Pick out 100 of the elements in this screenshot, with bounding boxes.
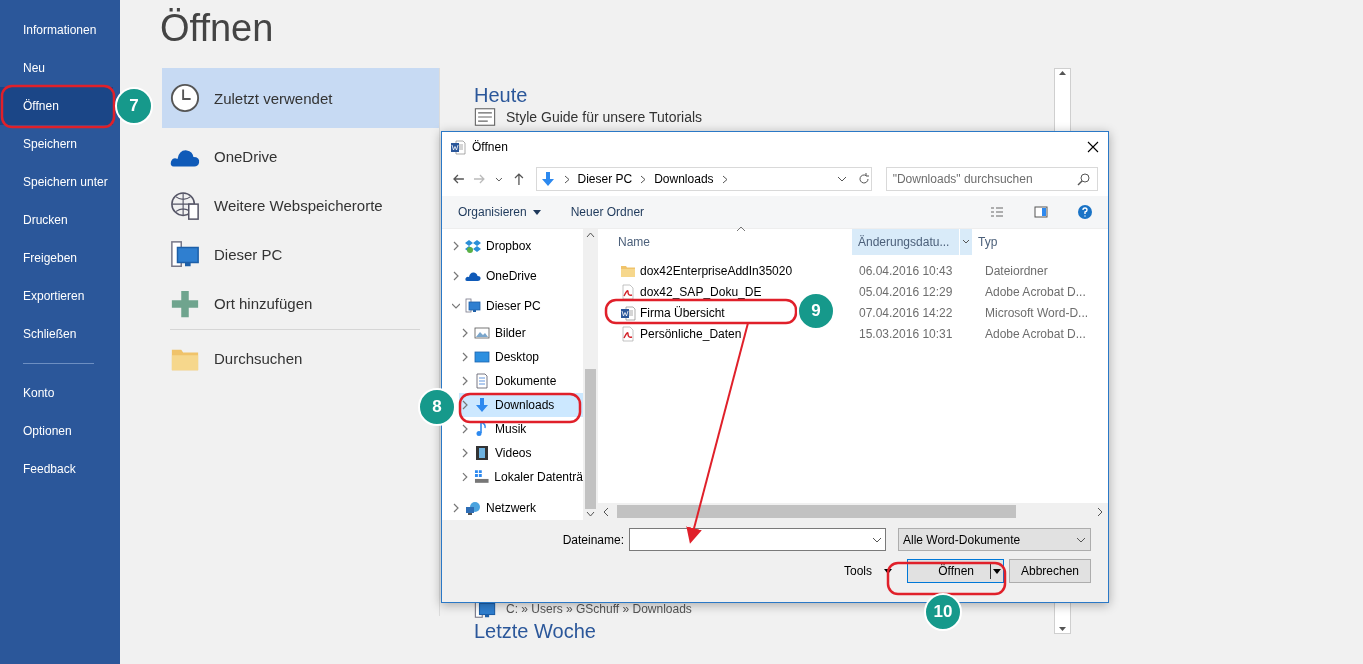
column-header[interactable]: Typ bbox=[972, 229, 1102, 255]
sidebar-item[interactable]: Feedback bbox=[0, 450, 113, 488]
file-name[interactable]: dox42EnterpriseAddIn35020 bbox=[640, 263, 793, 278]
location-item[interactable]: Durchsuchen bbox=[162, 334, 439, 383]
file-type-select[interactable]: Alle Word-Dokumente bbox=[898, 528, 1091, 551]
file-date: 06.04.2016 10:43 bbox=[858, 263, 954, 278]
chevron-icon[interactable] bbox=[461, 352, 469, 362]
computer-icon bbox=[465, 298, 481, 314]
scrollbar[interactable] bbox=[598, 503, 1108, 520]
clock-icon bbox=[170, 83, 200, 113]
file-type: Adobe Acrobat D... bbox=[984, 284, 1086, 299]
folder-tree-item[interactable]: OneDrive bbox=[442, 261, 583, 291]
film-icon bbox=[474, 445, 490, 461]
dropdown-caret-icon[interactable] bbox=[872, 536, 882, 543]
page-title: Öffnen bbox=[160, 6, 275, 51]
folder-tree-item[interactable]: Musik bbox=[459, 417, 583, 441]
file-name[interactable]: dox42_SAP_Doku_DE bbox=[640, 284, 762, 299]
toolbar-button[interactable]: Neuer Ordner bbox=[570, 205, 645, 219]
chevron-icon[interactable] bbox=[461, 472, 469, 482]
folder-tree-item[interactable]: Videos bbox=[459, 441, 583, 465]
network-icon bbox=[465, 500, 481, 516]
preview-pane-icon[interactable] bbox=[1034, 205, 1048, 219]
chevron-icon[interactable] bbox=[452, 271, 460, 281]
column-header[interactable]: Änderungsdatu... bbox=[852, 229, 972, 255]
chevron-icon[interactable] bbox=[461, 400, 469, 410]
chevron-icon[interactable] bbox=[461, 376, 469, 386]
chevron-icon[interactable] bbox=[452, 241, 460, 251]
recent-file-name[interactable]: Style Guide für unsere Tutorials bbox=[506, 109, 703, 125]
location-item[interactable]: Weitere Webspeicherorte bbox=[162, 181, 439, 230]
caret-icon bbox=[532, 209, 541, 215]
search-field[interactable]: "Downloads" durchsuchen bbox=[885, 167, 1098, 191]
sidebar-item[interactable]: Informationen bbox=[0, 11, 113, 49]
scroll-up-icon[interactable] bbox=[1058, 69, 1067, 77]
column-header[interactable]: Name bbox=[598, 229, 852, 255]
chevron-icon bbox=[640, 174, 647, 184]
dropdown-caret-icon bbox=[1076, 536, 1086, 543]
address-bar[interactable]: Dieser PC Downloads bbox=[535, 167, 872, 191]
chevron-icon[interactable] bbox=[461, 424, 469, 434]
chevron-icon[interactable] bbox=[452, 503, 460, 513]
breadcrumb-item[interactable]: Downloads bbox=[654, 172, 714, 186]
search-icon[interactable] bbox=[1077, 172, 1091, 186]
folder-tree-item[interactable]: Dieser PC bbox=[442, 291, 583, 321]
sidebar-item[interactable]: Drucken bbox=[0, 201, 113, 239]
file-date: 05.04.2016 12:29 bbox=[858, 284, 954, 299]
file-type: Microsoft Word-D... bbox=[984, 305, 1089, 320]
sidebar-item[interactable]: Öffnen bbox=[0, 87, 113, 125]
file-date: 07.04.2016 14:22 bbox=[858, 305, 954, 320]
folder-tree-item[interactable]: Dropbox bbox=[442, 231, 583, 261]
sidebar-item[interactable]: Konto bbox=[0, 374, 113, 412]
sidebar-item[interactable]: Optionen bbox=[0, 412, 113, 450]
chevron-icon[interactable] bbox=[452, 301, 460, 311]
toolbar-button[interactable]: Organisieren bbox=[458, 205, 541, 219]
scrollbar[interactable] bbox=[583, 229, 598, 520]
location-item[interactable]: Zuletzt verwendet bbox=[162, 68, 439, 128]
word-document-icon bbox=[620, 304, 636, 321]
plus-icon bbox=[170, 288, 200, 319]
dialog-title: Öffnen bbox=[472, 140, 509, 154]
scroll-down-icon[interactable] bbox=[1058, 625, 1067, 633]
pdf-icon bbox=[620, 325, 636, 342]
sidebar-item[interactable]: Freigeben bbox=[0, 239, 113, 277]
refresh-icon[interactable] bbox=[856, 172, 871, 186]
chevron-icon bbox=[721, 174, 728, 184]
chevron-icon[interactable] bbox=[461, 448, 469, 458]
folder-tree-item[interactable]: Lokaler Datenträ bbox=[459, 465, 583, 489]
caret-icon bbox=[993, 568, 1001, 574]
folder-tree-item[interactable]: Desktop bbox=[459, 345, 583, 369]
location-item[interactable]: OneDrive bbox=[162, 132, 439, 181]
sidebar-item[interactable]: Schließen bbox=[0, 315, 113, 353]
help-icon[interactable] bbox=[1078, 205, 1092, 219]
close-icon[interactable] bbox=[1086, 140, 1100, 154]
breadcrumb-item[interactable]: Dieser PC bbox=[577, 172, 633, 186]
back-arrow-icon[interactable] bbox=[452, 172, 466, 186]
file-name[interactable]: Persönliche_Daten bbox=[640, 326, 742, 341]
filename-label: Dateiname: bbox=[562, 532, 624, 547]
globe-icon bbox=[170, 190, 200, 221]
folder-tree-item[interactable]: Dokumente bbox=[459, 369, 583, 393]
sidebar-item[interactable]: Exportieren bbox=[0, 277, 113, 315]
location-item[interactable]: Dieser PC bbox=[162, 230, 439, 279]
file-type: Dateiordner bbox=[984, 263, 1048, 278]
filename-field[interactable] bbox=[629, 528, 886, 551]
tools-menu[interactable]: Tools bbox=[844, 564, 892, 578]
computer-icon bbox=[170, 239, 200, 270]
chevron-icon[interactable] bbox=[461, 328, 469, 338]
step-badge: 7 bbox=[115, 87, 153, 125]
sidebar-item[interactable]: Speichern unter bbox=[0, 163, 113, 201]
scroll-left-icon[interactable] bbox=[602, 506, 610, 517]
caret-icon bbox=[884, 568, 892, 574]
scroll-right-icon[interactable] bbox=[1096, 506, 1104, 517]
folder-tree-item[interactable]: Bilder bbox=[459, 321, 583, 345]
step-badge: 10 bbox=[924, 593, 962, 631]
file-name[interactable]: Firma Übersicht bbox=[640, 305, 725, 320]
drive-icon bbox=[473, 469, 490, 485]
sidebar-item[interactable]: Neu bbox=[0, 49, 113, 87]
sidebar-item[interactable]: Speichern bbox=[0, 125, 113, 163]
file-type: Adobe Acrobat D... bbox=[984, 326, 1086, 341]
folder-tree-item[interactable]: Netzwerk bbox=[442, 493, 583, 520]
location-item[interactable]: Ort hinzufügen bbox=[162, 279, 439, 328]
cancel-button[interactable]: Abbrechen bbox=[1009, 559, 1091, 583]
word-document-icon bbox=[450, 139, 466, 155]
open-button[interactable]: Öffnen bbox=[907, 559, 1004, 583]
